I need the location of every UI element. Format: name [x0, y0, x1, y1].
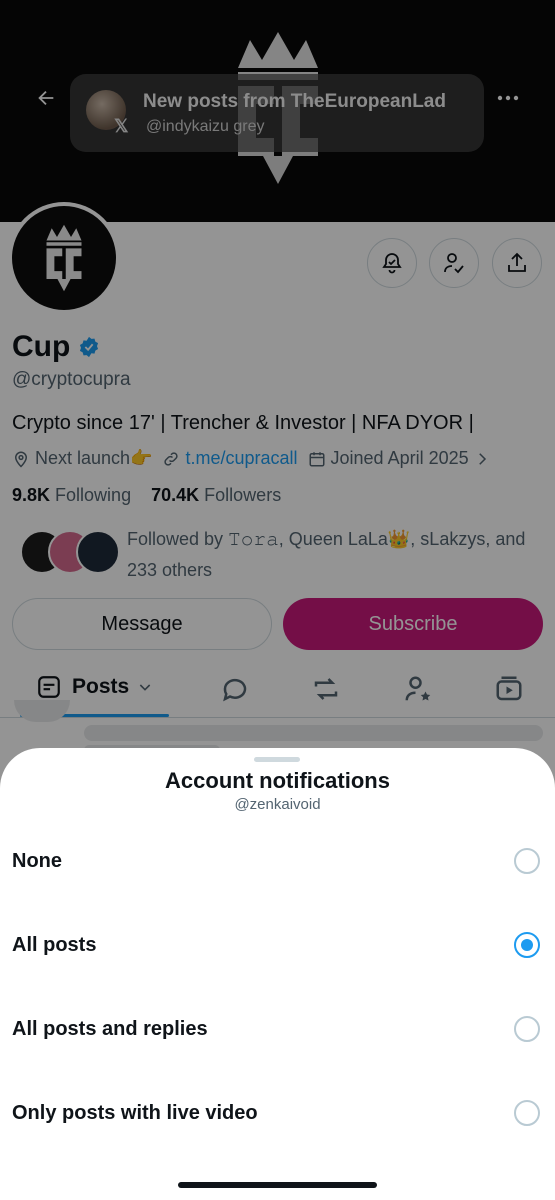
option-label: Only posts with live video: [12, 1102, 258, 1124]
option-none[interactable]: None: [0, 832, 555, 892]
radio-button[interactable]: [514, 932, 540, 958]
sheet-grabber[interactable]: [254, 757, 300, 762]
sheet-title: Account notifications: [165, 768, 390, 793]
sheet-subtitle: @zenkaivoid: [234, 796, 321, 813]
option-live-video[interactable]: Only posts with live video: [0, 1084, 555, 1144]
account-notifications-sheet: Account notifications @zenkaivoid None A…: [0, 748, 555, 1200]
home-indicator[interactable]: [178, 1182, 377, 1188]
option-all-posts[interactable]: All posts: [0, 916, 555, 976]
option-label: All posts: [12, 934, 97, 956]
radio-button[interactable]: [514, 1100, 540, 1126]
radio-button[interactable]: [514, 1016, 540, 1042]
profile-page: New posts from TheEuropeanLad 𝕏 @indykai…: [0, 0, 555, 1200]
option-label: None: [12, 850, 62, 872]
radio-button[interactable]: [514, 848, 540, 874]
option-all-posts-and-replies[interactable]: All posts and replies: [0, 1000, 555, 1060]
option-label: All posts and replies: [12, 1018, 208, 1040]
